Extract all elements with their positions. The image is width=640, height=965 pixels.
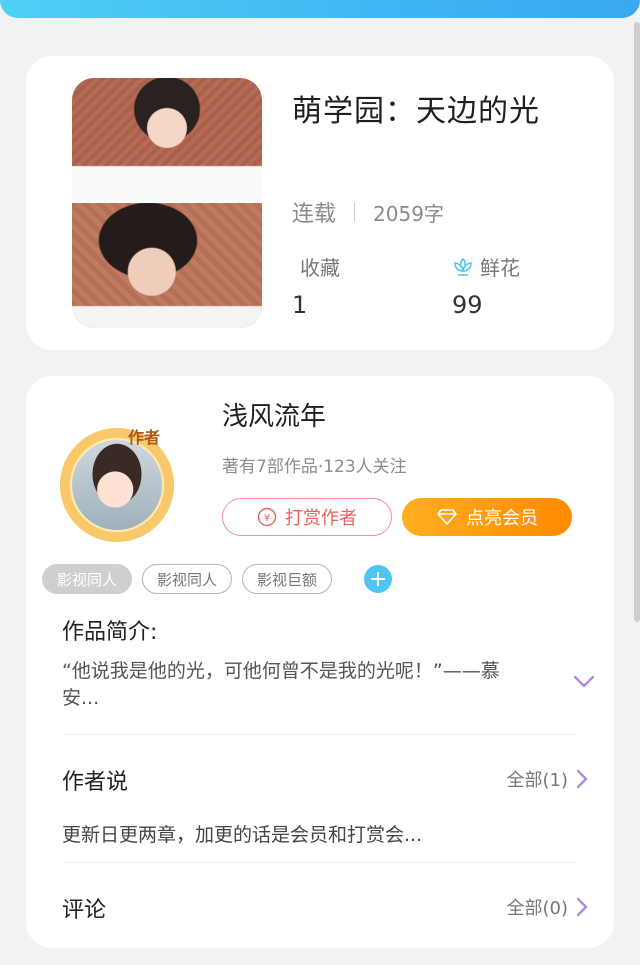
cover-top-photo xyxy=(72,78,262,203)
chevron-down-icon[interactable] xyxy=(572,674,596,690)
comments-all-label: 全部(0) xyxy=(506,898,569,919)
tag-chip[interactable]: 影视同人 xyxy=(142,564,233,594)
book-cover-image[interactable] xyxy=(72,78,262,328)
serial-status: 连载 xyxy=(292,202,337,227)
add-tag-button[interactable]: + xyxy=(364,565,393,593)
author-says-text[interactable]: 更新日更两章，加更的话是会员和打赏会... xyxy=(62,820,422,847)
author-name[interactable]: 浅风流年 xyxy=(222,396,326,433)
book-title: 萌学园：天边的光 xyxy=(292,94,540,129)
vip-label: 点亮会员 xyxy=(466,508,538,529)
vip-button[interactable]: 点亮会员 xyxy=(402,498,572,536)
flowers-count: 99 xyxy=(452,291,483,319)
favorites-label: 收藏 xyxy=(300,256,340,280)
book-status-row: 连载 2059字 xyxy=(292,196,444,228)
intro-heading: 作品简介: xyxy=(62,620,158,645)
chevron-right-icon xyxy=(576,769,588,789)
author-avatar-badge: 作者 xyxy=(128,428,161,447)
tip-author-label: 打赏作者 xyxy=(285,508,357,529)
tag-chip[interactable]: 影视巨额 xyxy=(242,564,333,594)
comments-all-link[interactable]: 全部(0) xyxy=(507,894,589,920)
intro-text: “他说我是他的光，可他何曾不是我的光呢！”——慕安... xyxy=(62,660,500,709)
avatar-portrait xyxy=(72,440,162,530)
author-says-all-link[interactable]: 全部(1) xyxy=(507,766,589,792)
divider xyxy=(354,203,356,221)
favorites-stat[interactable]: 收藏 1 xyxy=(292,252,340,319)
yen-coin-icon: ¥ xyxy=(257,507,277,527)
tip-author-button[interactable]: ¥ 打赏作者 xyxy=(222,498,392,536)
author-says-all-label: 全部(1) xyxy=(506,770,569,791)
top-header-bar xyxy=(0,0,640,18)
comments-heading: 评论 xyxy=(62,898,107,923)
svg-text:¥: ¥ xyxy=(264,513,270,524)
book-info-card: 萌学园：天边的光 连载 2059字 收藏 1 鲜花 99 xyxy=(26,56,614,350)
flower-icon xyxy=(454,257,472,276)
author-card: 作者 浅风流年 著有7部作品·123人关注 ¥ 打赏作者 点亮会员 影视同人 影… xyxy=(26,376,614,948)
tag-chip[interactable]: 影视同人 xyxy=(42,564,133,594)
divider xyxy=(62,862,578,863)
tag-list: 影视同人 影视同人 影视巨额 + xyxy=(42,564,393,594)
word-count: 2059字 xyxy=(373,201,444,226)
chevron-right-icon xyxy=(576,897,588,917)
favorites-count: 1 xyxy=(292,291,308,319)
author-avatar[interactable]: 作者 xyxy=(50,418,184,552)
author-says-heading: 作者说 xyxy=(62,770,129,795)
divider xyxy=(62,734,578,735)
cover-bottom-photo xyxy=(72,203,262,328)
author-meta: 著有7部作品·123人关注 xyxy=(222,457,407,477)
scrollbar[interactable] xyxy=(634,22,640,622)
flowers-label: 鲜花 xyxy=(480,256,520,280)
flowers-stat[interactable]: 鲜花 99 xyxy=(452,252,520,319)
diamond-icon xyxy=(437,509,457,525)
